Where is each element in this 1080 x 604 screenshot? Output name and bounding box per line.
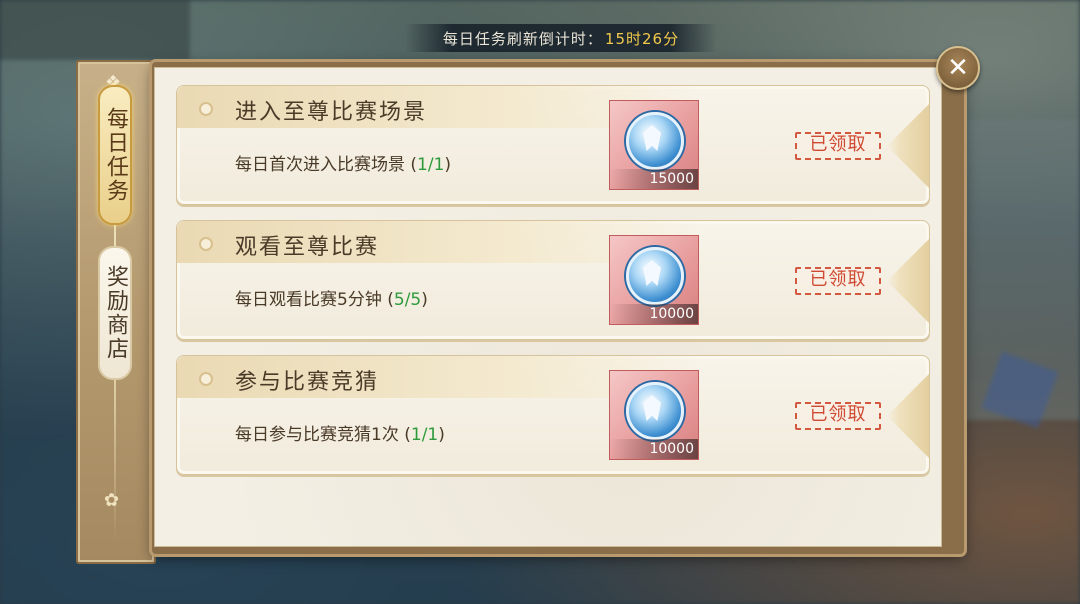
task-progress-value: 5/5 (393, 290, 422, 310)
tab-daily-tasks[interactable]: 每日任务 (98, 85, 132, 225)
task-progress: (1/1) (410, 155, 452, 175)
task-desc-text: 每日首次进入比赛场景 (235, 155, 405, 175)
reward-amount: 10000 (610, 304, 698, 324)
bullet-icon (199, 102, 213, 116)
reward-amount: 10000 (610, 439, 698, 459)
task-description: 每日首次进入比赛场景 (1/1) (235, 150, 451, 175)
coin-icon (626, 247, 684, 305)
task-progress-value: 1/1 (410, 425, 439, 445)
task-desc-text: 每日参与比赛竞猜1次 (235, 425, 399, 445)
countdown-value: 15时26分 (604, 29, 680, 48)
task-progress-value: 1/1 (417, 155, 445, 175)
task-card: 参与比赛竞猜 每日参与比赛竞猜1次 (1/1) 10000 已领取 (176, 355, 930, 475)
coin-icon (626, 112, 684, 170)
task-title: 观看至尊比赛 (235, 235, 380, 260)
task-title: 进入至尊比赛场景 (235, 100, 428, 125)
close-icon: ✕ (947, 53, 969, 83)
task-progress: (1/1) (404, 425, 445, 445)
task-description: 每日参与比赛竞猜1次 (1/1) (235, 420, 445, 445)
task-card: 进入至尊比赛场景 每日首次进入比赛场景 (1/1) 15000 已领取 (176, 85, 930, 205)
countdown-label: 每日任务刷新倒计时： (442, 29, 603, 48)
reward-amount: 15000 (610, 169, 698, 189)
task-progress: (5/5) (387, 290, 428, 310)
bullet-icon (199, 237, 213, 251)
reward-item[interactable]: 15000 (609, 100, 699, 190)
close-button[interactable]: ✕ (936, 46, 980, 90)
bullet-icon (199, 372, 213, 386)
claimed-stamp: 已领取 (795, 402, 881, 430)
coin-icon (626, 382, 684, 440)
tab-reward-shop[interactable]: 奖励商店 (98, 246, 132, 380)
task-desc-text: 每日观看比赛5分钟 (235, 290, 382, 310)
task-title: 参与比赛竞猜 (235, 370, 380, 395)
reward-item[interactable]: 10000 (609, 370, 699, 460)
tab-reward-shop-label: 奖励商店 (103, 265, 128, 361)
task-description: 每日观看比赛5分钟 (5/5) (235, 285, 428, 310)
refresh-countdown: 每日任务刷新倒计时： 15时26分 (405, 24, 717, 52)
reward-item[interactable]: 10000 (609, 235, 699, 325)
lotus-icon: ✿ (104, 490, 120, 511)
claimed-stamp: 已领取 (795, 267, 881, 295)
task-card: 观看至尊比赛 每日观看比赛5分钟 (5/5) 10000 已领取 (176, 220, 930, 340)
tab-daily-tasks-label: 每日任务 (103, 107, 128, 203)
claimed-stamp: 已领取 (795, 132, 881, 160)
